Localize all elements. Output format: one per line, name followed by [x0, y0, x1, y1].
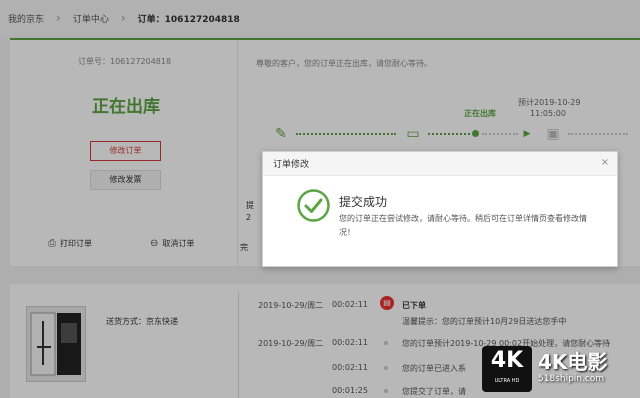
success-heading: 提交成功 — [339, 195, 388, 209]
close-icon[interactable]: × — [601, 157, 609, 168]
dialog-header: 订单修改 — [263, 152, 617, 176]
success-message: 您的订单正在尝试修改，请耐心等待。稍后可在订单详情页查看修改情况！ — [339, 214, 587, 237]
dialog-title: 订单修改 — [273, 160, 310, 170]
watermark-brand: 4K电影 — [538, 350, 608, 374]
watermark-url: 518shipin.com — [538, 374, 605, 384]
success-check-icon — [297, 189, 330, 222]
order-modify-dialog: 订单修改 × 提交成功 您的订单正在尝试修改，请耐心等待。稍后可在订单详情页查看… — [262, 151, 618, 267]
watermark-logo: 4K ULTRA HD — [482, 346, 532, 392]
